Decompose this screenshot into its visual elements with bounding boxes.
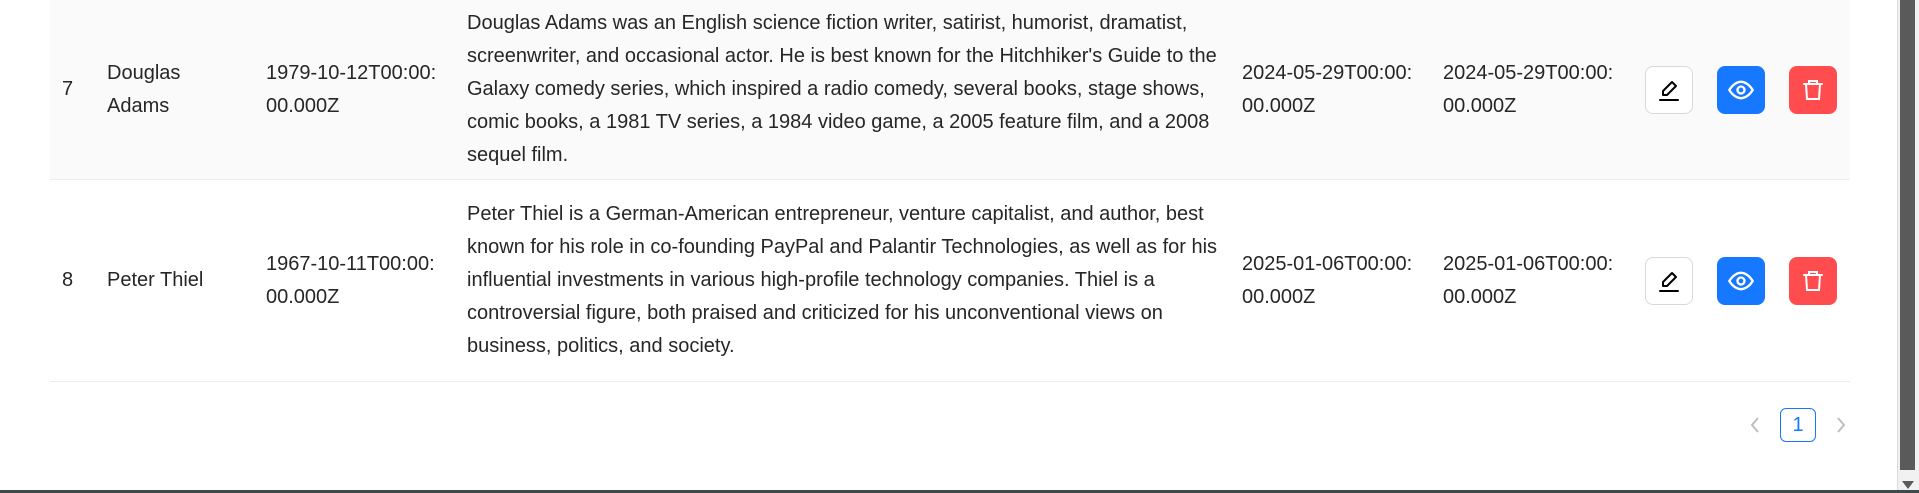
delete-button[interactable]	[1789, 256, 1837, 305]
edit-icon	[1659, 271, 1679, 292]
view-button[interactable]	[1717, 256, 1765, 305]
eye-icon	[1727, 80, 1755, 99]
cell-id: 8	[62, 269, 74, 291]
eye-icon	[1727, 271, 1755, 290]
edit-icon	[1659, 80, 1679, 101]
cell-created-at: 2024-05-29T00:00:00.000Z	[1242, 61, 1413, 117]
edit-button[interactable]	[1645, 256, 1693, 305]
scroll-down-icon[interactable]	[1902, 481, 1914, 489]
cell-created-at: 2025-01-06T00:00:00.000Z	[1242, 252, 1413, 308]
cell-id: 7	[62, 78, 74, 100]
chevron-right-icon[interactable]	[1826, 407, 1856, 443]
cell-actions	[1645, 180, 1845, 381]
pagination-page-current[interactable]: 1	[1780, 408, 1816, 442]
chevron-left-icon[interactable]	[1740, 407, 1770, 443]
cell-birth-date: 1967-10-11T00:00:00.000Z	[266, 252, 435, 308]
cell-actions	[1645, 0, 1845, 179]
scroll-thumb[interactable]	[1900, 0, 1915, 470]
table-viewport: 7 Douglas Adams 1979-10-12T00:00:00.000Z…	[0, 0, 1919, 493]
edit-button[interactable]	[1645, 65, 1693, 114]
table-row[interactable]: 8 Peter Thiel 1967-10-11T00:00:00.000Z P…	[50, 180, 1850, 382]
table-row[interactable]: 7 Douglas Adams 1979-10-12T00:00:00.000Z…	[50, 0, 1850, 180]
delete-button[interactable]	[1789, 65, 1837, 114]
cell-name: Douglas Adams	[107, 61, 181, 117]
cell-updated-at: 2024-05-29T00:00:00.000Z	[1443, 61, 1614, 117]
trash-icon	[1803, 79, 1823, 100]
trash-icon	[1803, 270, 1823, 291]
cell-birth-date: 1979-10-12T00:00:00.000Z	[266, 61, 437, 117]
view-button[interactable]	[1717, 65, 1765, 114]
cell-name: Peter Thiel	[107, 269, 204, 291]
authors-table: 7 Douglas Adams 1979-10-12T00:00:00.000Z…	[50, 0, 1850, 382]
cell-bio: Douglas Adams was an English science fic…	[467, 12, 1217, 166]
vertical-scrollbar[interactable]	[1897, 0, 1919, 493]
cell-updated-at: 2025-01-06T00:00:00.000Z	[1443, 252, 1614, 308]
cell-bio: Peter Thiel is a German-American entrepr…	[467, 203, 1218, 357]
pagination: 1	[1740, 407, 1856, 443]
